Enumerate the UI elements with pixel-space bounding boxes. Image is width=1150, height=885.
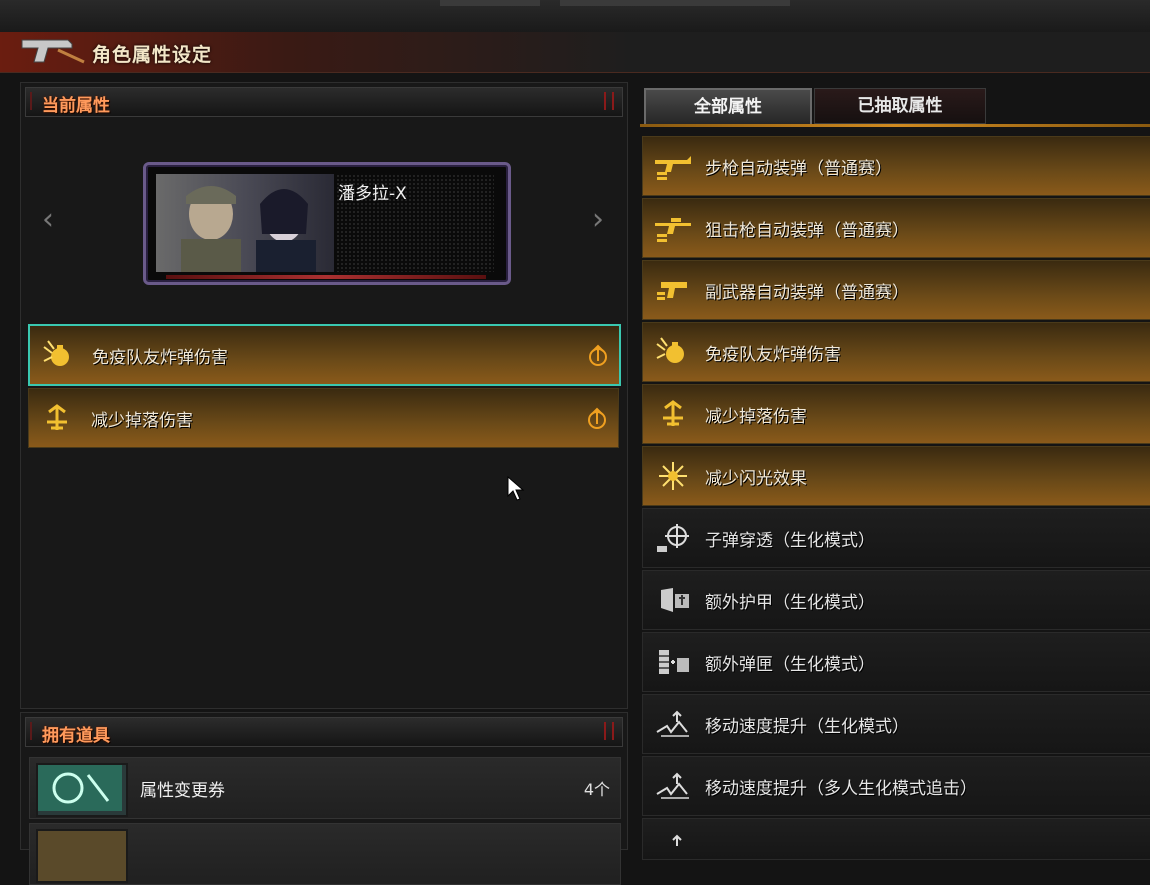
- grenade-icon: [43, 340, 69, 366]
- extract-ticket-icon: [36, 829, 128, 883]
- character-card[interactable]: 潘多拉-X: [143, 162, 511, 285]
- sniper-icon: [655, 218, 691, 242]
- swap-ticket-icon: [36, 763, 128, 817]
- top-bar: [0, 0, 1150, 33]
- speed-icon: [656, 772, 689, 799]
- character-portrait: [156, 174, 334, 272]
- tab-all-attributes[interactable]: 全部属性: [644, 88, 812, 126]
- attribute-label: 副武器自动装弹（普通赛）: [705, 283, 909, 303]
- title-bar: 角色属性设定: [0, 32, 1150, 73]
- attribute-label: 减少掉落伤害: [705, 407, 807, 427]
- crosshair-icon: [657, 524, 689, 552]
- attribute-list-item[interactable]: 步枪自动装弹（普通赛）: [642, 136, 1150, 196]
- attribute-list-item[interactable]: 移动速度提升（多人生化模式追击）: [642, 756, 1150, 816]
- panel-header: 拥有道具: [25, 717, 623, 747]
- character-name: 潘多拉-X: [338, 184, 407, 204]
- attribute-list-item[interactable]: 副武器自动装弹（普通赛）: [642, 260, 1150, 320]
- pistol-logo-icon: [21, 39, 85, 64]
- item-name: 属性变更券: [140, 781, 225, 801]
- attribute-label: 额外护甲（生化模式）: [705, 593, 875, 613]
- owned-items-panel: 拥有道具 属性变更券 4个: [20, 712, 628, 885]
- attribute-list-item[interactable]: 免疫队友炸弹伤害: [642, 322, 1150, 382]
- current-attribute-row[interactable]: 免疫队友炸弹伤害: [28, 324, 621, 386]
- attribute-list-item[interactable]: 移动速度提升（生化模式）: [642, 694, 1150, 754]
- attribute-label: 子弹穿透（生化模式）: [705, 531, 875, 551]
- panel-header: 当前属性: [25, 87, 623, 117]
- tab-extracted-attributes[interactable]: 已抽取属性: [814, 88, 986, 124]
- attribute-label: 减少掉落伤害: [91, 411, 193, 431]
- attribute-list-item[interactable]: [642, 818, 1150, 860]
- grenade-icon: [656, 337, 684, 363]
- prev-character-button[interactable]: ‹: [34, 205, 62, 237]
- attribute-label: 步枪自动装弹（普通赛）: [705, 159, 892, 179]
- attribute-list-item[interactable]: 额外弹匣（生化模式）: [642, 632, 1150, 692]
- panel-title: 拥有道具: [42, 726, 110, 746]
- armor-icon: [661, 588, 689, 612]
- pistol-icon: [657, 282, 687, 300]
- page-title: 角色属性设定: [92, 44, 213, 66]
- attribute-list-item[interactable]: 子弹穿透（生化模式）: [642, 508, 1150, 568]
- attribute-label: 移动速度提升（生化模式）: [705, 717, 909, 737]
- attribute-list-item[interactable]: 狙击枪自动装弹（普通赛）: [642, 198, 1150, 258]
- fall-icon: [663, 400, 683, 426]
- top-bar-segment: [440, 0, 540, 6]
- mouse-cursor-icon: [507, 476, 525, 501]
- speed-icon: [672, 834, 682, 846]
- speed-icon: [656, 710, 689, 737]
- attribute-label: 狙击枪自动装弹（普通赛）: [705, 221, 909, 241]
- attribute-list-item[interactable]: 减少掉落伤害: [642, 384, 1150, 444]
- card-bar: [166, 275, 486, 279]
- attribute-label: 额外弹匣（生化模式）: [705, 655, 875, 675]
- flash-icon: [659, 462, 687, 490]
- attribute-list-item[interactable]: 额外护甲（生化模式）: [642, 570, 1150, 630]
- fall-icon: [47, 404, 67, 430]
- item-row[interactable]: [29, 823, 621, 885]
- magazine-icon: [659, 650, 689, 674]
- attribute-tabs: 全部属性 已抽取属性: [640, 86, 1150, 126]
- panel-title: 当前属性: [42, 96, 110, 116]
- attribute-label: 免疫队友炸弹伤害: [705, 345, 841, 365]
- next-character-button[interactable]: ›: [584, 205, 612, 237]
- item-row[interactable]: 属性变更券 4个: [29, 757, 621, 819]
- arrow-up-icon[interactable]: [588, 407, 606, 429]
- arrow-up-icon[interactable]: [589, 344, 607, 366]
- attribute-label: 减少闪光效果: [705, 469, 807, 489]
- header-decoration: [30, 722, 38, 740]
- header-decoration: [604, 722, 614, 740]
- attribute-list-item[interactable]: 减少闪光效果: [642, 446, 1150, 506]
- attribute-label: 移动速度提升（多人生化模式追击）: [705, 779, 977, 799]
- item-count: 4个: [583, 780, 610, 799]
- header-decoration: [604, 92, 614, 110]
- attribute-label: 免疫队友炸弹伤害: [92, 348, 228, 368]
- header-decoration: [30, 92, 38, 110]
- current-attribute-row[interactable]: 减少掉落伤害: [28, 388, 619, 448]
- top-bar-segment: [560, 0, 790, 6]
- rifle-icon: [655, 156, 691, 180]
- tab-underline: [640, 124, 1150, 127]
